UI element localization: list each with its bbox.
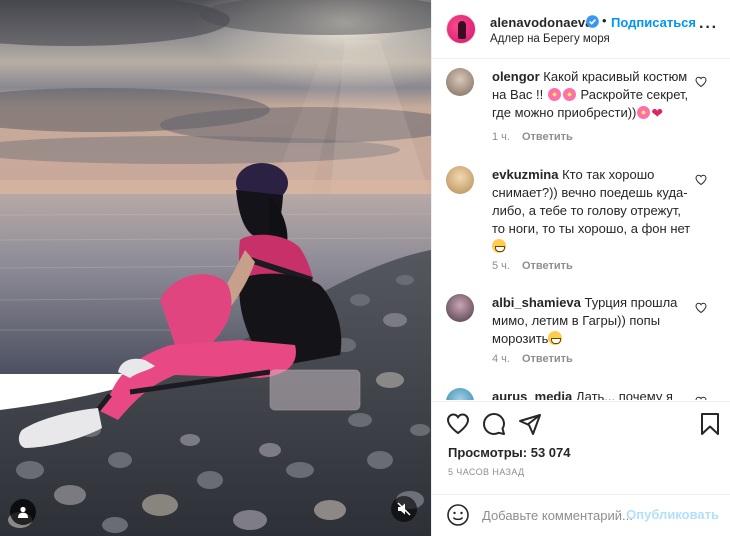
reply-button[interactable]: Ответить bbox=[522, 260, 573, 272]
speaker-muted-icon bbox=[397, 502, 411, 516]
views-value: 53 074 bbox=[530, 445, 571, 460]
comment-meta: 4 ч. Ответить bbox=[492, 353, 573, 365]
post-header: alenavodonaeva • Подписаться Адлер на Бе… bbox=[432, 0, 730, 59]
flower-emoji-icon bbox=[562, 88, 576, 101]
commenter-avatar[interactable] bbox=[446, 294, 474, 322]
like-comment-heart-icon[interactable] bbox=[695, 396, 707, 400]
more-options-icon[interactable]: ··· bbox=[699, 20, 718, 36]
user-icon bbox=[18, 506, 28, 518]
like-heart-icon[interactable] bbox=[446, 412, 470, 436]
comment-time[interactable]: 4 ч. bbox=[492, 353, 510, 365]
post-photo[interactable] bbox=[0, 0, 431, 536]
commenter-username[interactable]: aurus_media bbox=[492, 389, 572, 400]
reply-button[interactable]: Ответить bbox=[522, 131, 573, 143]
commenter-username[interactable]: albi_shamieva bbox=[492, 295, 581, 310]
like-comment-heart-icon[interactable] bbox=[695, 76, 707, 88]
comment-meta: 1 ч. Ответить bbox=[492, 131, 573, 143]
commenter-avatar[interactable] bbox=[446, 166, 474, 194]
follow-button[interactable]: Подписаться bbox=[611, 15, 696, 30]
heart-emoji-icon: ❤ bbox=[651, 105, 664, 121]
grinning-sweat-emoji-icon bbox=[548, 331, 563, 345]
post-location[interactable]: Адлер на Берегу моря bbox=[490, 33, 610, 45]
comment-time[interactable]: 5 ч. bbox=[492, 260, 510, 272]
comment-text: albi_shamieva Турция прошла мимо, летим … bbox=[492, 294, 692, 348]
beach-photo-image bbox=[0, 0, 431, 536]
author-avatar[interactable] bbox=[446, 14, 476, 44]
share-paper-plane-icon[interactable] bbox=[518, 412, 542, 436]
comment-input[interactable] bbox=[482, 505, 632, 525]
view-count: Просмотры: 53 074 bbox=[448, 445, 570, 460]
like-comment-heart-icon[interactable] bbox=[695, 174, 707, 186]
comment-time[interactable]: 1 ч. bbox=[492, 131, 510, 143]
flower-emoji-icon bbox=[637, 106, 651, 119]
grinning-emoji-icon bbox=[492, 239, 506, 253]
reply-button[interactable]: Ответить bbox=[522, 353, 573, 365]
flower-emoji-icon bbox=[547, 88, 561, 101]
commenter-avatar[interactable] bbox=[446, 68, 474, 96]
bookmark-save-icon[interactable] bbox=[698, 412, 722, 436]
comment-text: aurus_media Дать... почему я это bbox=[492, 388, 692, 400]
commenter-username[interactable]: olengor bbox=[492, 69, 540, 84]
comment-meta: 5 ч. Ответить bbox=[492, 260, 573, 272]
commenter-avatar[interactable] bbox=[446, 388, 474, 400]
separator-dot: • bbox=[602, 13, 607, 28]
tagged-users-button[interactable] bbox=[10, 499, 36, 525]
publish-button[interactable]: Опубликовать bbox=[626, 507, 719, 522]
post-side-panel: alenavodonaeva • Подписаться Адлер на Бе… bbox=[431, 0, 730, 536]
commenter-username[interactable]: evkuzmina bbox=[492, 167, 558, 182]
post-time-ago[interactable]: 5 ЧАСОВ НАЗАД bbox=[448, 467, 525, 477]
post-actions: Просмотры: 53 074 5 ЧАСОВ НАЗАД Опублико… bbox=[432, 401, 730, 536]
verified-badge-icon bbox=[586, 15, 599, 28]
emoji-picker-icon[interactable] bbox=[446, 503, 470, 527]
like-comment-heart-icon[interactable] bbox=[695, 302, 707, 314]
comment-text: evkuzmina Кто так хорошо снимает?)) вечн… bbox=[492, 166, 692, 256]
mute-toggle-button[interactable] bbox=[391, 496, 417, 522]
comment-text: olengor Какой красивый костюм на Вас !! … bbox=[492, 68, 692, 122]
author-username[interactable]: alenavodonaeva bbox=[490, 15, 593, 30]
add-comment-bar: Опубликовать bbox=[432, 494, 730, 536]
comments-list: olengor Какой красивый костюм на Вас !! … bbox=[432, 60, 730, 400]
views-label: Просмотры: bbox=[448, 445, 528, 460]
comment-bubble-icon[interactable] bbox=[482, 412, 506, 436]
